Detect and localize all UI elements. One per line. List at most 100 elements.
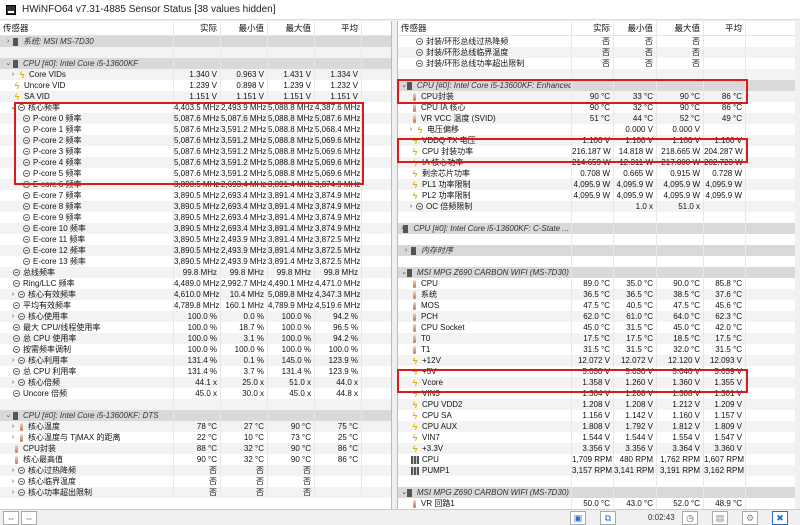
sensor-row[interactable]: PCH 62.0 °C 61.0 °C 64.0 °C 62.3 °C: [398, 311, 795, 322]
sensor-row[interactable]: CPU Socket 45.0 °C 31.5 °C 45.0 °C 42.0 °C: [398, 322, 795, 333]
sensor-row[interactable]: ϟ 剩余芯片功率 0.708 W 0.665 W 0.915 W 0.728 W: [398, 168, 795, 179]
sensor-row[interactable]: CPU 89.0 °C 35.0 °C 90.0 °C 85.8 °C: [398, 278, 795, 289]
sensor-group-header[interactable]: › 内存时序: [398, 245, 795, 256]
sensor-row[interactable]: 封装/环形总线临界温度否否否: [398, 47, 795, 58]
sensor-row[interactable]: ϟ Uncore VID 1.239 V 0.898 V 1.239 V 1.232 V: [0, 80, 391, 91]
col-current[interactable]: 实际: [572, 21, 614, 36]
sensor-row[interactable]: › ϟ Core VIDs 1.340 V 0.963 V 1.431 V 1.334 V: [0, 69, 391, 80]
sensor-row[interactable]: P-core 0 频率 5,087.6 MHz 5,087.6 MHz 5,088.8…: [0, 113, 391, 124]
sensor-row[interactable]: ϟ SA VID 1.151 V 1.151 V 1.151 V 1.151 V: [0, 91, 391, 102]
close-button[interactable]: ✖: [772, 511, 788, 525]
sensor-row[interactable]: T1 31.5 °C 31.5 °C 32.0 °C 31.5 °C: [398, 344, 795, 355]
sensor-row[interactable]: P-core 4 频率 5,087.6 MHz 3,591.2 MHz 5,088.8…: [0, 157, 391, 168]
sensor-row[interactable]: › 核心有效频率 4,610.0 MHz 10.4 MHz 5,089.8 MHz 4,3…: [0, 289, 391, 300]
sensor-row[interactable]: ϟ +12V 12.072 V 12.072 V 12.120 V 12.093 V: [398, 355, 795, 366]
right-sensor-pane[interactable]: 传感器 实际 最小值 最大值 平均 封装/环形总线过热降频否否否封装/环形总线临…: [397, 21, 795, 509]
expand-chevron-icon[interactable]: ›: [8, 432, 18, 443]
sensor-row[interactable]: E-core 8 频率 3,890.5 MHz 2,693.4 MHz 3,891.4…: [0, 201, 391, 212]
sensor-row[interactable]: ϟ CPU VDD2 1.208 V 1.208 V 1.212 V 1.209 V: [398, 399, 795, 410]
sensor-row[interactable]: CPU 1,709 RPM 480 RPM 1,762 RPM 1,607 RPM: [398, 454, 795, 465]
sensor-row[interactable]: › 核心功率超出限制否否否: [0, 487, 391, 498]
sensor-row[interactable]: ϟ IA 核心功率 214.659 W 12.311 W 217.000 W 202.72…: [398, 157, 795, 168]
sensor-row[interactable]: P-core 2 频率 5,087.6 MHz 3,591.2 MHz 5,088.8…: [0, 135, 391, 146]
report-button[interactable]: ▣: [570, 511, 586, 525]
sensor-row[interactable]: ⌄ 核心频率 4,403.5 MHz 2,493.9 MHz 5,088.8 MHz 4,…: [0, 102, 391, 113]
expand-chevron-icon[interactable]: ›: [8, 377, 18, 388]
sensor-row[interactable]: E-core 10 频率 3,890.5 MHz 2,693.4 MHz 3,891.…: [0, 223, 391, 234]
sensor-row[interactable]: ϟ +3.3V 3.356 V 3.356 V 3.364 V 3.360 V: [398, 443, 795, 454]
sensor-row[interactable]: P-core 5 频率 5,087.6 MHz 3,591.2 MHz 5,088.8…: [0, 168, 391, 179]
sensor-row[interactable]: CPU封装 90 °C 33 °C 90 °C 86 °C: [398, 91, 795, 102]
sensor-row[interactable]: ϟ VIN3 1.304 V 1.208 V 1.308 V 1.301 V: [398, 388, 795, 399]
sensor-row[interactable]: 按需频率调制 100.0 % 100.0 % 100.0 % 100.0 %: [0, 344, 391, 355]
sensor-group-header[interactable]: ⌄ CPU [#0]: Intel Core i5-13600KF: [0, 58, 391, 69]
expand-chevron-icon[interactable]: ›: [8, 311, 18, 322]
sensor-row[interactable]: › 核心温度 78 °C 27 °C 90 °C 75 °C: [0, 421, 391, 432]
sensor-row[interactable]: ϟ +5V 5.030 V 5.030 V 5.040 V 5.039 V: [398, 366, 795, 377]
col-avg[interactable]: 平均: [704, 21, 746, 36]
sensor-row[interactable]: 最大 CPU/线程使用率 100.0 % 18.7 % 100.0 % 96.5 %: [0, 322, 391, 333]
sensor-group-header[interactable]: ⌄ CPU [#0]: Intel Core i5-13600KF: DTS: [0, 410, 391, 421]
expand-chevron-icon[interactable]: ›: [406, 201, 416, 212]
sensor-row[interactable]: ϟ VDDQ TX 电压 1.100 V 1.100 V 1.100 V 1.100 V: [398, 135, 795, 146]
col-max[interactable]: 最大值: [657, 21, 704, 36]
sensor-row[interactable]: 封装/环形总线功率超出限制否否否: [398, 58, 795, 69]
sensor-row[interactable]: › OC 倍频限制 1.0 x 51.0 x: [398, 201, 795, 212]
sensor-row[interactable]: Ring/LLC 频率 4,489.0 MHz 2,992.7 MHz 4,490.1…: [0, 278, 391, 289]
navigate-arrows-button[interactable]: ⇔: [3, 511, 19, 525]
sensor-row[interactable]: CPU IA 核心 90 °C 32 °C 90 °C 86 °C: [398, 102, 795, 113]
sensor-row[interactable]: 总线频率 99.8 MHz 99.8 MHz 99.8 MHz 99.8 MHz: [0, 267, 391, 278]
sensor-row[interactable]: E-core 6 频率 3,890.5 MHz 2,693.4 MHz 3,891.4…: [0, 179, 391, 190]
sensor-row[interactable]: › 核心过热降频否否否: [0, 465, 391, 476]
sensor-row[interactable]: ϟ Vcore 1.358 V 1.260 V 1.360 V 1.355 V: [398, 377, 795, 388]
sensor-row[interactable]: 核心最高值 90 °C 32 °C 90 °C 86 °C: [0, 454, 391, 465]
sensor-row[interactable]: › ϟ 电压偏移 0.000 V 0.000 V: [398, 124, 795, 135]
col-sensor[interactable]: 传感器: [0, 21, 174, 36]
sensor-group-header[interactable]: ⌄ MSI MPG Z690 CARBON WIFI (MS-7D30) (...: [398, 487, 795, 498]
sensor-row[interactable]: 总 CPU 利用率 131.4 % 3.7 % 131.4 % 123.9 %: [0, 366, 391, 377]
expand-chevron-icon[interactable]: ›: [401, 245, 411, 256]
sensor-row[interactable]: ϟ PL2 功率限制 4,095.9 W 4,095.9 W 4,095.9 W 4,09…: [398, 190, 795, 201]
sensor-row[interactable]: VR VCC 温度 (SVID) 51 °C 44 °C 52 °C 49 °C: [398, 113, 795, 124]
sensor-row[interactable]: › 核心使用率 100.0 % 0.0 % 100.0 % 94.2 %: [0, 311, 391, 322]
sensor-group-header[interactable]: › CPU [#0]: Intel Core i5-13600KF: C-Stat…: [398, 223, 795, 234]
sensor-group-header[interactable]: › 系统: MSI MS-7D30: [0, 36, 391, 47]
sensor-group-header[interactable]: ⌄ CPU [#0]: Intel Core i5-13600KF: Enhanc…: [398, 80, 795, 91]
clock-reset-button[interactable]: ◷: [682, 511, 698, 525]
sensor-row[interactable]: E-core 7 频率 3,890.5 MHz 2,693.4 MHz 3,891.4…: [0, 190, 391, 201]
col-max[interactable]: 最大值: [268, 21, 315, 36]
sensor-row[interactable]: T0 17.5 °C 17.5 °C 18.5 °C 17.5 °C: [398, 333, 795, 344]
collapse-chevron-icon[interactable]: ⌄: [3, 410, 13, 421]
sensor-row[interactable]: 系统 36.5 °C 36.5 °C 38.5 °C 37.6 °C: [398, 289, 795, 300]
navigate-arrows-button-2[interactable]: ⇔: [21, 511, 37, 525]
expand-chevron-icon[interactable]: ›: [8, 487, 18, 498]
sensor-row[interactable]: ϟ CPU AUX 1.808 V 1.792 V 1.812 V 1.809 V: [398, 421, 795, 432]
sensor-row[interactable]: P-core 3 频率 5,087.6 MHz 3,591.2 MHz 5,088.8…: [0, 146, 391, 157]
sensor-row[interactable]: E-core 13 频率 3,890.5 MHz 2,493.9 MHz 3,891.…: [0, 256, 391, 267]
col-current[interactable]: 实际: [174, 21, 221, 36]
sensor-row[interactable]: PUMP1 3,157 RPM 3,141 RPM 3,191 RPM 3,162 RP…: [398, 465, 795, 476]
sensor-row[interactable]: MOS 47.5 °C 40.5 °C 47.5 °C 45.6 °C: [398, 300, 795, 311]
sensor-row[interactable]: › 核心利用率 131.4 % 0.1 % 145.0 % 123.9 %: [0, 355, 391, 366]
sensor-row[interactable]: 总 CPU 使用率 100.0 % 3.1 % 100.0 % 94.2 %: [0, 333, 391, 344]
sensor-row[interactable]: P-core 1 频率 5,087.6 MHz 3,591.2 MHz 5,088.8…: [0, 124, 391, 135]
sensor-row[interactable]: CPU封装 88 °C 32 °C 90 °C 86 °C: [0, 443, 391, 454]
sensor-row[interactable]: 平均有效频率 4,789.8 MHz 160.1 MHz 4,789.9 MHz 4,5…: [0, 300, 391, 311]
expand-chevron-icon[interactable]: ›: [8, 355, 18, 366]
collapse-chevron-icon[interactable]: ⌄: [8, 102, 18, 113]
left-sensor-pane[interactable]: 传感器 实际 最小值 最大值 平均 › 系统: MSI MS-7D30 ⌄ CPU […: [0, 21, 392, 509]
sensor-row[interactable]: 封装/环形总线过热降频否否否: [398, 36, 795, 47]
expand-chevron-icon[interactable]: ›: [8, 465, 18, 476]
sensor-row[interactable]: › 核心临界温度否否否: [0, 476, 391, 487]
expand-chevron-icon[interactable]: ›: [406, 124, 416, 135]
sensor-row[interactable]: ϟ VIN7 1.544 V 1.544 V 1.554 V 1.547 V: [398, 432, 795, 443]
expand-chevron-icon[interactable]: ›: [8, 421, 18, 432]
col-min[interactable]: 最小值: [221, 21, 268, 36]
expand-chevron-icon[interactable]: ›: [8, 289, 18, 300]
expand-chevron-icon[interactable]: ›: [8, 476, 18, 487]
sensor-row[interactable]: ϟ PL1 功率限制 4,095.9 W 4,095.9 W 4,095.9 W 4,09…: [398, 179, 795, 190]
sensor-row[interactable]: E-core 9 频率 3,890.5 MHz 2,693.4 MHz 3,891.4…: [0, 212, 391, 223]
expand-chevron-icon[interactable]: ›: [8, 69, 18, 80]
sensor-row[interactable]: › 核心倍频 44.1 x 25.0 x 51.0 x 44.0 x: [0, 377, 391, 388]
sensor-row[interactable]: VR 回路1 50.0 °C 43.0 °C 52.0 °C 48.9 °C: [398, 498, 795, 509]
